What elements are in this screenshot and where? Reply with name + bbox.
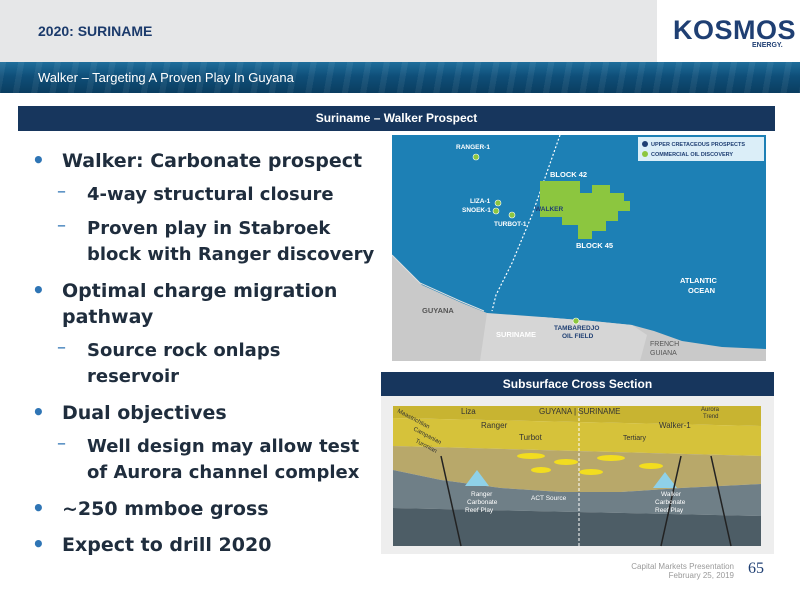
label-liza-xs: Liza xyxy=(461,407,476,416)
footer-date: February 25, 2019 xyxy=(668,571,734,580)
dash-icon: – xyxy=(57,181,66,202)
legend-blue-dot-icon xyxy=(642,141,648,147)
bullet-item: • Expect to drill 2020 xyxy=(32,532,272,556)
bullet-dot-icon: • xyxy=(32,400,45,424)
deck-section-label: 2020: SURINAME xyxy=(38,23,153,39)
label-turbot: TURBOT-1 xyxy=(494,221,527,228)
label-ranger-xs: Ranger xyxy=(481,421,508,430)
legend-commercial-oil: COMMERCIAL OIL DISCOVERY xyxy=(651,152,733,158)
label-snoek: SNOEK-1 xyxy=(462,207,491,214)
label-ranger-reef-3: Reef Play xyxy=(465,507,494,514)
panel-title: Suriname – Walker Prospect xyxy=(18,106,775,131)
label-walker-reef-2: Carbonate xyxy=(655,499,686,506)
label-ranger: RANGER-1 xyxy=(456,144,490,151)
sub-bullet-item: –4-way structural closure xyxy=(57,181,334,205)
label-walker-1: Walker-1 xyxy=(659,421,691,430)
label-liza: LIZA-1 xyxy=(470,198,491,205)
cross-section-svg: Maastrichtian Campanian Turonian Liza Ra… xyxy=(381,396,774,554)
bullet-item: • Optimal charge migration pathway xyxy=(32,278,338,328)
label-block-45: BLOCK 45 xyxy=(576,241,613,250)
well-marker-tambaredjo xyxy=(572,317,580,325)
label-french: FRENCH xyxy=(650,341,679,348)
bullet-dot-icon: • xyxy=(32,278,45,302)
dash-icon: – xyxy=(57,433,66,454)
label-ocean: OCEAN xyxy=(688,286,715,295)
label-ranger-reef-2: Carbonate xyxy=(467,499,498,506)
label-ranger-reef-1: Ranger xyxy=(471,491,493,498)
bullet-item: • Dual objectives xyxy=(32,400,227,424)
label-suriname: SURINAME xyxy=(496,330,536,339)
cross-section-title: Subsurface Cross Section xyxy=(381,372,774,396)
dash-icon: – xyxy=(57,337,66,358)
page-number: 65 xyxy=(748,560,764,577)
bullet-item: • ~250 mmboe gross xyxy=(32,496,269,520)
label-walker-reef-1: Walker xyxy=(661,491,682,498)
bullet-dot-icon: • xyxy=(32,148,45,172)
label-aurora: Aurora xyxy=(701,407,720,413)
label-guyana: GUYANA xyxy=(422,306,454,315)
label-act-source: ACT Source xyxy=(531,495,567,502)
prospect-map: UPPER CRETACEOUS PROSPECTS COMMERCIAL OI… xyxy=(392,135,766,361)
bullet-dot-icon: • xyxy=(32,496,45,520)
well-marker-ranger xyxy=(472,153,480,161)
label-turbot-xs: Turbot xyxy=(519,433,543,442)
logo-subtext: ENERGY. xyxy=(752,42,783,49)
slide-subtitle: Walker – Targeting A Proven Play In Guya… xyxy=(38,70,294,85)
well-marker-turbot xyxy=(508,211,516,219)
label-walker: WALKER xyxy=(535,206,563,213)
well-marker-snoek xyxy=(492,207,500,215)
sub-bullet-item: – Well design may allow test of Aurora ch… xyxy=(57,433,360,483)
bullet-item: • Walker: Carbonate prospect xyxy=(32,148,363,172)
label-guyana-suriname: GUYANA | SURINAME xyxy=(539,407,621,416)
label-trend: Trend xyxy=(703,414,718,420)
label-guiana: GUIANA xyxy=(650,350,677,357)
prospect-map-svg: UPPER CRETACEOUS PROSPECTS COMMERCIAL OI… xyxy=(392,135,766,361)
legend-upper-cretaceous: UPPER CRETACEOUS PROSPECTS xyxy=(651,142,745,148)
label-walker-reef-3: Reef Play xyxy=(655,507,684,514)
label-oil-field: OIL FIELD xyxy=(562,333,594,340)
label-atlantic: ATLANTIC xyxy=(680,276,718,285)
dash-icon: – xyxy=(57,215,66,236)
cross-section-diagram: Maastrichtian Campanian Turonian Liza Ra… xyxy=(381,396,774,554)
legend-green-dot-icon xyxy=(642,151,648,157)
label-tertiary: Tertiary xyxy=(623,435,646,442)
footer-presentation-name: Capital Markets Presentation xyxy=(631,562,734,571)
sub-bullet-item: – Source rock onlaps reservoir xyxy=(57,337,281,387)
well-marker-liza xyxy=(494,199,502,207)
bullet-dot-icon: • xyxy=(32,532,45,556)
kosmos-logo: KOSMOS ENERGY. xyxy=(657,0,800,62)
label-block-42: BLOCK 42 xyxy=(550,170,587,179)
sub-bullet-item: – Proven play in Stabroek block with Rang… xyxy=(57,215,375,265)
bullet-list: • Walker: Carbonate prospect –4-way struc… xyxy=(30,138,375,558)
label-tambaredjo: TAMBAREDJO xyxy=(554,325,599,332)
